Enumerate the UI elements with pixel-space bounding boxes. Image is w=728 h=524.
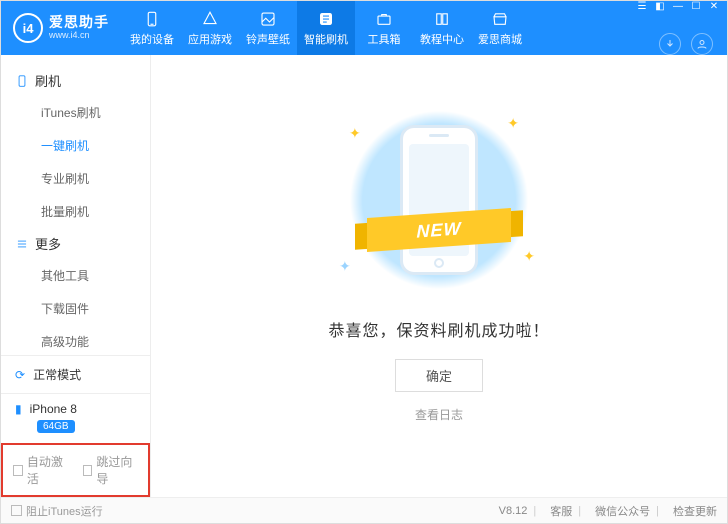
checkbox-icon <box>83 465 93 476</box>
new-ribbon: NEW <box>359 205 519 255</box>
sidebar-section-more[interactable]: 更多 <box>1 228 150 259</box>
sync-icon: ⟳ <box>15 368 25 382</box>
device-info[interactable]: ▮ iPhone 8 64GB <box>1 394 150 443</box>
store-icon <box>491 10 509 28</box>
window-controls: ☰ ◧ — ☐ ✕ <box>637 1 719 11</box>
sidebar-section-flash[interactable]: 刷机 <box>1 65 150 96</box>
close-icon[interactable]: ✕ <box>709 1 719 11</box>
ribbon-text: NEW <box>367 208 511 252</box>
checkbox-icon <box>13 465 23 476</box>
sparkle-icon: ✦ <box>507 115 519 132</box>
status-text: 正常模式 <box>33 366 81 383</box>
sidebar-section-label: 更多 <box>35 234 61 253</box>
apps-icon <box>201 10 219 28</box>
sidebar: 刷机 iTunes刷机 一键刷机 专业刷机 批量刷机 更多 其他工具 下载固件 … <box>1 55 151 497</box>
checkbox-label: 阻止iTunes运行 <box>26 503 103 519</box>
app-window: i4 爱思助手 www.i4.cn 我的设备 应用游戏 铃声壁纸 智能刷机 <box>0 0 728 524</box>
tab-my-device[interactable]: 我的设备 <box>123 1 181 55</box>
tab-tutorials[interactable]: 教程中心 <box>413 1 471 55</box>
brand-title: 爱思助手 <box>49 15 109 30</box>
device-storage-badge: 64GB <box>37 420 75 433</box>
checkbox-block-itunes[interactable]: 阻止iTunes运行 <box>11 503 103 519</box>
maximize-icon[interactable]: ☐ <box>691 1 701 11</box>
minimize-icon[interactable]: — <box>673 1 683 11</box>
sidebar-bottom: ⟳ 正常模式 ▮ iPhone 8 64GB 自动激活 <box>1 355 150 497</box>
wechat-link[interactable]: 微信公众号 <box>595 503 650 519</box>
phone-icon <box>143 10 161 28</box>
success-message: 恭喜您，保资料刷机成功啦！ <box>328 317 549 341</box>
sidebar-item-batch-flash[interactable]: 批量刷机 <box>1 195 150 228</box>
user-icon[interactable] <box>691 33 713 55</box>
tab-apps[interactable]: 应用游戏 <box>181 1 239 55</box>
main-content: NEW ✦ ✦ ✦ ✦ 恭喜您，保资料刷机成功啦！ 确定 查看日志 <box>151 55 727 497</box>
statusbar: 阻止iTunes运行 V8.12 | 客服 | 微信公众号 | 检查更新 <box>1 497 727 523</box>
sidebar-section-label: 刷机 <box>35 71 61 90</box>
checkbox-label: 跳过向导 <box>96 453 138 487</box>
skin-icon[interactable]: ◧ <box>655 1 665 11</box>
tab-label: 我的设备 <box>130 31 174 47</box>
tab-ringtones[interactable]: 铃声壁纸 <box>239 1 297 55</box>
check-update-link[interactable]: 检查更新 <box>673 503 717 519</box>
brand-url: www.i4.cn <box>49 31 109 41</box>
tab-label: 铃声壁纸 <box>246 31 290 47</box>
sidebar-item-pro-flash[interactable]: 专业刷机 <box>1 162 150 195</box>
brand-logo-icon: i4 <box>13 13 43 43</box>
settings-icon[interactable]: ☰ <box>637 1 647 11</box>
body: 刷机 iTunes刷机 一键刷机 专业刷机 批量刷机 更多 其他工具 下载固件 … <box>1 55 727 497</box>
tab-label: 爱思商城 <box>478 31 522 47</box>
device-name: iPhone 8 <box>30 402 77 416</box>
tab-smart-flash[interactable]: 智能刷机 <box>297 1 355 55</box>
tab-label: 智能刷机 <box>304 31 348 47</box>
titlebar: i4 爱思助手 www.i4.cn 我的设备 应用游戏 铃声壁纸 智能刷机 <box>1 1 727 55</box>
sparkle-icon: ✦ <box>339 258 351 275</box>
checkbox-auto-activate[interactable]: 自动激活 <box>13 453 69 487</box>
success-illustration: NEW ✦ ✦ ✦ ✦ <box>309 95 569 305</box>
phone-small-icon: ▮ <box>15 402 22 416</box>
tab-store[interactable]: 爱思商城 <box>471 1 529 55</box>
checkbox-label: 自动激活 <box>27 453 69 487</box>
sidebar-item-other-tools[interactable]: 其他工具 <box>1 259 150 292</box>
toolbox-icon <box>375 10 393 28</box>
book-icon <box>433 10 451 28</box>
sidebar-item-advanced[interactable]: 高级功能 <box>1 325 150 355</box>
sidebar-item-onekey-flash[interactable]: 一键刷机 <box>1 129 150 162</box>
flash-icon <box>317 10 335 28</box>
checkbox-icon <box>11 505 22 516</box>
ok-button[interactable]: 确定 <box>395 359 483 392</box>
sparkle-icon: ✦ <box>349 125 361 142</box>
download-icon[interactable] <box>659 33 681 55</box>
device-mode-status[interactable]: ⟳ 正常模式 <box>1 356 150 394</box>
sparkle-icon: ✦ <box>523 248 535 265</box>
top-nav: 我的设备 应用游戏 铃声壁纸 智能刷机 工具箱 教程中心 <box>123 1 529 55</box>
sidebar-item-download-fw[interactable]: 下载固件 <box>1 292 150 325</box>
more-icon <box>15 237 29 251</box>
flash-options-highlight: 自动激活 跳过向导 <box>1 443 150 497</box>
header-right: ☰ ◧ — ☐ ✕ <box>637 1 719 55</box>
view-log-link[interactable]: 查看日志 <box>415 406 463 423</box>
checkbox-skip-guide[interactable]: 跳过向导 <box>83 453 139 487</box>
wallpaper-icon <box>259 10 277 28</box>
brand-text: 爱思助手 www.i4.cn <box>49 15 109 40</box>
tab-label: 教程中心 <box>420 31 464 47</box>
sidebar-item-itunes-flash[interactable]: iTunes刷机 <box>1 96 150 129</box>
header-icons <box>659 33 713 55</box>
tab-label: 工具箱 <box>368 31 401 47</box>
brand: i4 爱思助手 www.i4.cn <box>9 13 119 43</box>
version-label: V8.12 <box>499 505 528 517</box>
tab-label: 应用游戏 <box>188 31 232 47</box>
tab-toolbox[interactable]: 工具箱 <box>355 1 413 55</box>
device-icon <box>15 74 29 88</box>
support-link[interactable]: 客服 <box>550 503 572 519</box>
